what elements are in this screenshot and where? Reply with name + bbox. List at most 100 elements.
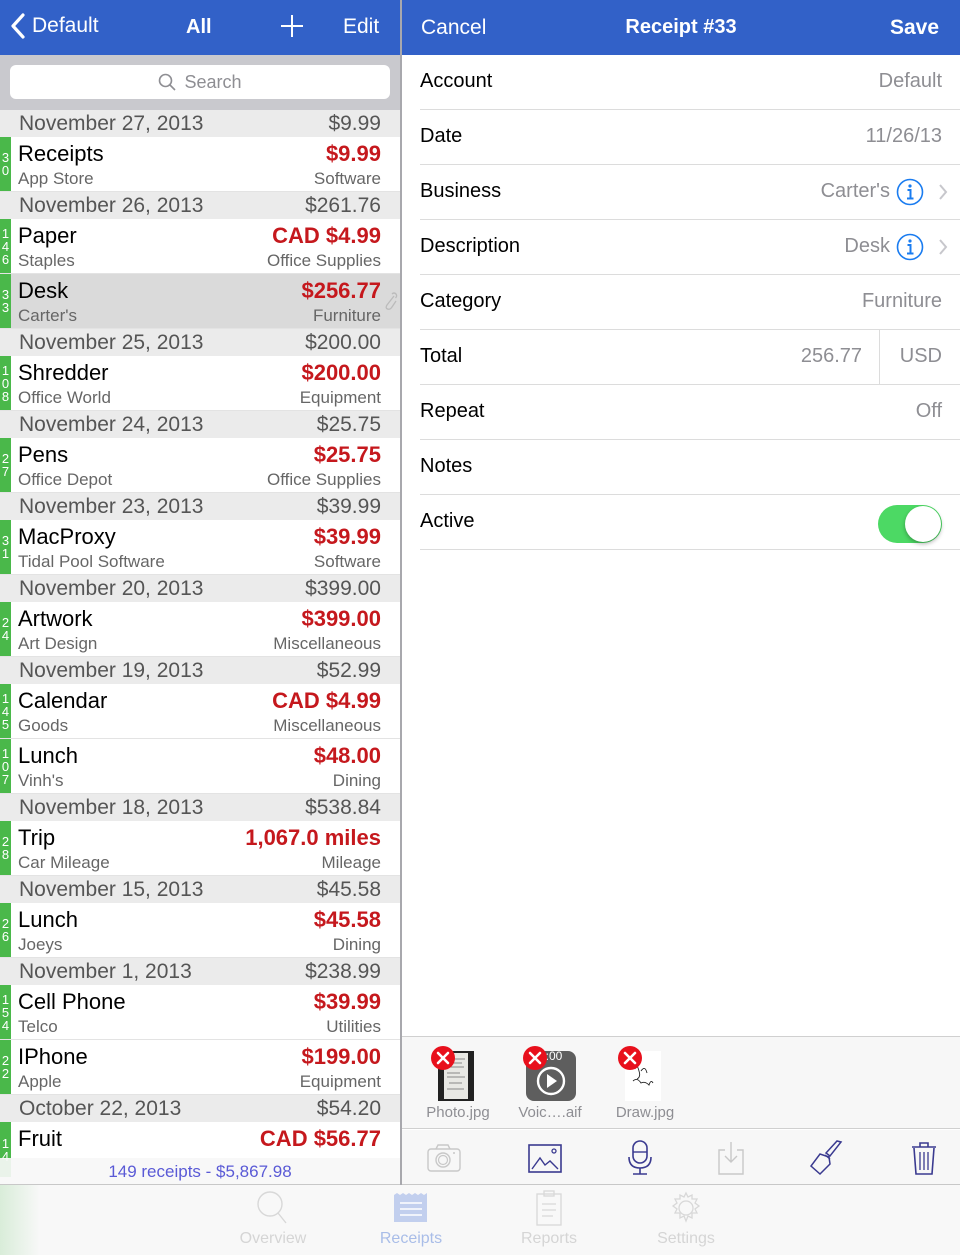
date-header-date: November 18, 2013 xyxy=(19,795,204,819)
plus-icon[interactable] xyxy=(280,14,304,38)
receipt-vendor: Joeys xyxy=(18,935,63,954)
receipt-id-badge: 154 xyxy=(0,985,11,1039)
tab-receipts[interactable]: Receipts xyxy=(356,1190,466,1252)
delete-attachment-icon[interactable] xyxy=(617,1045,643,1071)
total-row: Total 256.77 USD xyxy=(420,330,960,385)
info-icon[interactable] xyxy=(896,233,924,261)
edit-button[interactable]: Edit xyxy=(343,15,379,39)
tab-overview[interactable]: Overview xyxy=(218,1190,328,1252)
receipt-id-badge: 28 xyxy=(0,821,11,875)
receipt-icon xyxy=(394,1193,427,1222)
category-label: Category xyxy=(420,290,502,312)
receipt-row[interactable]: 3 0 Receipts $9.99 App Store Software xyxy=(0,137,400,192)
receipt-id-badge: 107 xyxy=(0,739,11,793)
date-row[interactable]: Date 11/26/13 xyxy=(420,110,960,165)
description-row[interactable]: Description Desk xyxy=(420,220,960,275)
receipt-row[interactable]: 2 6 Lunch $45.58 Joeys Dining xyxy=(0,903,400,958)
category-value: Furniture xyxy=(861,290,942,312)
date-header-total: $39.99 xyxy=(316,494,381,518)
badge-digit: 4 xyxy=(1,703,10,719)
microphone-icon[interactable] xyxy=(622,1140,658,1176)
badge-digit: 6 xyxy=(1,251,10,267)
receipt-row[interactable]: 1 4 6 Paper CAD $4.99 Staples Office Supplies xyxy=(0,219,400,274)
receipt-row[interactable]: 1 5 4 Cell Phone $39.99 Telco Utilities xyxy=(0,985,400,1040)
list-nav-bar: Default All Edit xyxy=(0,0,400,55)
camera-icon[interactable] xyxy=(426,1140,462,1176)
receipt-amount: $45.58 xyxy=(313,907,381,932)
date-header-total: $25.75 xyxy=(316,412,381,436)
date-header-total: $52.99 xyxy=(316,658,381,682)
receipt-amount: CAD $4.99 xyxy=(272,688,381,713)
receipt-name: Shredder xyxy=(18,360,109,385)
detail-nav-bar: Cancel Receipt #33 Save xyxy=(402,0,960,55)
receipt-id-badge: 108 xyxy=(0,356,11,410)
save-button[interactable]: Save xyxy=(890,16,939,40)
receipt-row[interactable]: 1 0 8 Shredder $200.00 Office World Equipment xyxy=(0,356,400,411)
back-button-label: Default xyxy=(32,14,99,37)
date-label: Date xyxy=(420,125,463,147)
active-row: Active xyxy=(420,495,960,550)
paperclip-icon xyxy=(385,292,398,310)
list-title: All xyxy=(186,16,212,38)
total-amount-field[interactable]: 256.77 xyxy=(801,345,862,368)
date-header: November 26, 2013 $261.76 xyxy=(0,192,400,219)
account-label: Account xyxy=(420,70,493,92)
date-header-date: November 25, 2013 xyxy=(19,330,204,354)
tab-label: Receipts xyxy=(379,1230,443,1247)
category-row[interactable]: Category Furniture xyxy=(420,275,960,330)
receipt-row[interactable]: 1 0 7 Lunch $48.00 Vinh's Dining xyxy=(0,739,400,794)
repeat-row[interactable]: Repeat Off xyxy=(420,385,960,440)
receipt-name: Artwork xyxy=(18,606,93,631)
tab-label: Settings xyxy=(657,1230,715,1247)
receipt-row[interactable]: 3 1 MacProxy $39.99 Tidal Pool Software Softw… xyxy=(0,520,400,575)
receipt-name: Receipts xyxy=(18,141,104,166)
photo-library-icon[interactable] xyxy=(527,1140,563,1176)
search-placeholder: Search xyxy=(184,71,242,92)
receipt-row[interactable]: 2 2 IPhone $199.00 Apple Equipment xyxy=(0,1040,400,1095)
search-bar: Search xyxy=(0,55,400,110)
search-input[interactable]: Search xyxy=(10,65,390,99)
receipt-row[interactable]: 2 7 Pens $25.75 Office Depot Office Supplies xyxy=(0,438,400,493)
currency-selector[interactable]: USD xyxy=(900,345,942,368)
receipt-category: Mileage xyxy=(321,853,381,872)
receipt-name: Cell Phone xyxy=(18,989,126,1014)
receipt-row[interactable]: 2 4 Artwork $399.00 Art Design Miscellaneous xyxy=(0,602,400,657)
receipt-vendor: Office Depot xyxy=(18,470,113,489)
tab-reports[interactable]: Reports xyxy=(494,1190,604,1252)
date-value: 11/26/13 xyxy=(865,125,942,147)
receipt-row[interactable]: 2 8 Trip 1,067.0 miles Car Mileage Mileage xyxy=(0,821,400,876)
receipt-amount: $39.99 xyxy=(313,989,381,1014)
date-header: November 23, 2013 $39.99 xyxy=(0,493,400,520)
notes-row[interactable]: Notes xyxy=(420,440,960,495)
receipt-id-badge: 22 xyxy=(0,1040,11,1094)
info-icon[interactable] xyxy=(896,178,924,206)
attachment-photo[interactable]: Photo.jpg xyxy=(418,1046,498,1129)
receipt-row[interactable]: 1 4 5 Calendar CAD $4.99 Goods Miscellaneous xyxy=(0,684,400,739)
cancel-button[interactable]: Cancel xyxy=(421,16,486,40)
date-header-date: November 1, 2013 xyxy=(19,959,192,983)
paintbrush-icon[interactable] xyxy=(808,1140,844,1176)
account-row[interactable]: Account Default xyxy=(420,55,960,110)
date-header-total: $261.76 xyxy=(305,193,381,217)
delete-attachment-icon[interactable] xyxy=(522,1045,548,1071)
receipt-id-badge: 145 xyxy=(0,684,11,738)
attachment-name: Draw.jpg xyxy=(615,1104,675,1121)
receipt-category: Software xyxy=(313,552,381,571)
receipt-name: Calendar xyxy=(18,688,108,713)
receipt-amount: $256.77 xyxy=(301,278,381,303)
tab-settings[interactable]: Settings xyxy=(631,1190,741,1252)
attachment-drawing[interactable]: Draw.jpg xyxy=(605,1046,685,1129)
receipt-row[interactable]: 3 3 Desk $256.77 Carter's Furniture xyxy=(0,274,400,329)
attachment-audio[interactable]: 0:00 Voic….aif xyxy=(510,1046,590,1129)
badge-digit: 5 xyxy=(1,1004,10,1020)
receipt-name: MacProxy xyxy=(18,524,116,549)
import-icon[interactable] xyxy=(713,1140,749,1176)
trash-icon[interactable] xyxy=(906,1140,942,1176)
delete-attachment-icon[interactable] xyxy=(430,1045,456,1071)
back-button[interactable]: Default xyxy=(10,13,99,39)
receipt-form: Account Default Date 11/26/13 Business C… xyxy=(402,55,960,550)
business-row[interactable]: Business Carter's xyxy=(420,165,960,220)
business-label: Business xyxy=(420,180,502,202)
active-toggle[interactable] xyxy=(878,505,942,543)
receipt-amount: $399.00 xyxy=(301,606,381,631)
